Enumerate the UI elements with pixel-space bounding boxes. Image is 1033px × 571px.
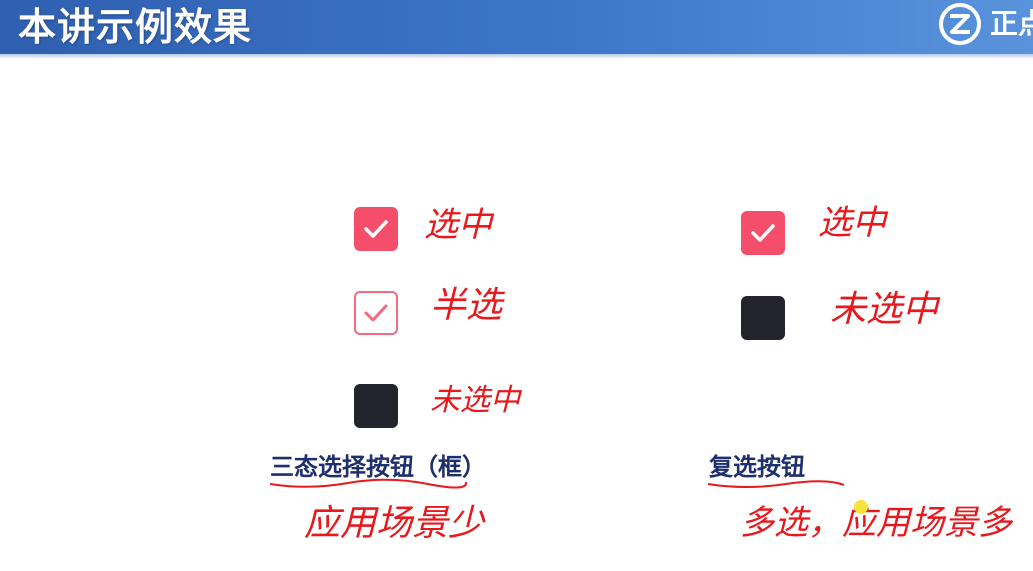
- logo-text: 正点: [990, 7, 1033, 40]
- slide-title: 本讲示例效果: [18, 5, 253, 49]
- checkbox-unchecked[interactable]: [741, 296, 785, 340]
- logo-icon: [939, 3, 981, 45]
- brand-logo: 正点: [938, 2, 1033, 46]
- tristate-checkbox-indeterminate[interactable]: [354, 291, 398, 335]
- checkbox-checked[interactable]: [741, 211, 785, 255]
- annotation-checked: 选中: [424, 205, 492, 245]
- annotation-usage-tristate: 应用场景少: [304, 503, 485, 544]
- tristate-checkbox-unchecked[interactable]: [354, 384, 398, 428]
- annotation-usage-multiselect: 多选，应用场景多: [740, 503, 1012, 543]
- annotation-unchecked: 未选中: [830, 289, 939, 330]
- mouse-pointer-highlight: [854, 500, 868, 514]
- annotation-checked: 选中: [818, 203, 886, 243]
- handwritten-underline: [707, 480, 845, 488]
- handwritten-underline: [269, 478, 468, 489]
- checkmark-icon: [751, 224, 775, 242]
- annotation-indeterminate: 半选: [430, 285, 503, 326]
- header-divider: [0, 54, 1033, 58]
- annotation-unchecked: 未选中: [430, 383, 520, 418]
- checkmark-icon: [364, 304, 388, 322]
- tristate-checkbox-checked[interactable]: [354, 207, 398, 251]
- checkmark-icon: [364, 220, 388, 238]
